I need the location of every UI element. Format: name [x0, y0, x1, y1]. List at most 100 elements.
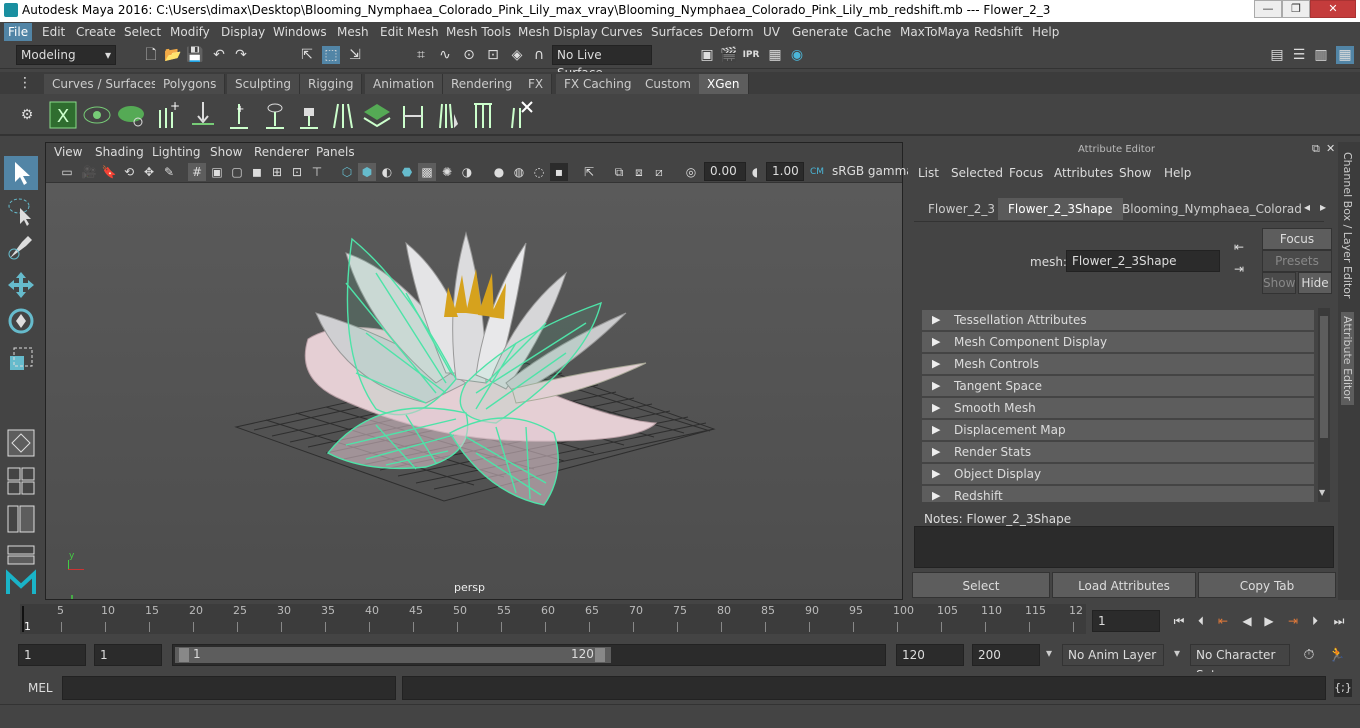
animation-preferences-icon[interactable]: 🏃 [1328, 646, 1346, 664]
ae-tab-shape[interactable]: Flower_2_3Shape [998, 198, 1123, 220]
tab-sculpting[interactable]: Sculpting [227, 74, 301, 94]
single-perspective-layout-icon[interactable] [4, 426, 38, 460]
play-backwards-icon[interactable]: ◀ [1238, 612, 1256, 630]
tab-scroll-right-icon[interactable]: ▸ [1320, 200, 1326, 214]
clear-preview-icon[interactable] [116, 100, 146, 130]
menu-curves[interactable]: Curves [601, 25, 643, 39]
ae-tab-material[interactable]: Blooming_Nymphaea_Colorado_Pi [1112, 198, 1302, 220]
tab-curves-surfaces[interactable]: Curves / Surfaces [44, 74, 167, 94]
section-render-stats[interactable]: ▶ Render Stats [922, 442, 1314, 462]
tab-rendering[interactable]: Rendering [443, 74, 522, 94]
camera-attributes-icon[interactable]: 🎥 [80, 163, 98, 181]
menu-cache[interactable]: Cache [854, 25, 891, 39]
snap-curve-icon[interactable]: ∿ [436, 46, 454, 64]
ae-menu-focus[interactable]: Focus [1009, 166, 1043, 180]
select-tool-icon[interactable] [4, 156, 38, 190]
section-smooth-mesh[interactable]: ▶ Smooth Mesh [922, 398, 1314, 418]
color-management-icon[interactable]: CM [808, 163, 826, 181]
menu-redshift[interactable]: Redshift [974, 25, 1023, 39]
go-to-start-icon[interactable]: ⏮ [1170, 612, 1188, 630]
minimize-button[interactable]: — [1254, 0, 1282, 18]
ae-tab-transform[interactable]: Flower_2_3 [918, 198, 1005, 220]
view-transform-label[interactable]: sRGB gamma [832, 164, 914, 178]
menu-create[interactable]: Create [76, 25, 116, 39]
menu-generate[interactable]: Generate [792, 25, 848, 39]
lasso-tool-icon[interactable] [4, 194, 38, 228]
image-plane-icon[interactable]: ⟲ [120, 163, 138, 181]
script-language-label[interactable]: MEL [28, 681, 53, 695]
snap-view-icon[interactable]: ⊡ [484, 46, 502, 64]
menu-help[interactable]: Help [1032, 25, 1059, 39]
close-panel-icon[interactable]: ✕ [1326, 142, 1335, 155]
step-back-frame-icon[interactable]: ⏴ [1192, 612, 1210, 630]
scroll-down-icon[interactable]: ▼ [1319, 488, 1325, 497]
command-input[interactable] [62, 676, 396, 700]
exposure-icon[interactable]: ◎ [682, 163, 700, 181]
move-tool-icon[interactable] [4, 268, 38, 302]
script-editor-icon[interactable]: {;} [1334, 679, 1352, 697]
range-start-grip[interactable] [179, 648, 189, 662]
current-frame-field[interactable]: 1 [1092, 610, 1160, 632]
render-view-icon[interactable]: ▣ [698, 46, 716, 64]
guides-to-curves-icon[interactable] [468, 100, 498, 130]
ae-menu-help[interactable]: Help [1164, 166, 1191, 180]
playback-start-field[interactable]: 1 [94, 644, 162, 666]
play-forwards-icon[interactable]: ▶ [1260, 612, 1278, 630]
tab-scroll-left-icon[interactable]: ◂ [1304, 200, 1310, 214]
ae-menu-list[interactable]: List [918, 166, 939, 180]
bookmark-icon[interactable]: 🔖 [100, 163, 118, 181]
gamma-field[interactable]: 1.00 [766, 162, 804, 181]
motion-blur-icon[interactable]: ◍ [510, 163, 528, 181]
mode-dropdown[interactable]: Modeling ▾ [16, 45, 116, 65]
menu-display[interactable]: Display [221, 25, 265, 39]
time-ruler[interactable]: 5 10 15 20 25 30 35 40 45 50 55 60 65 70 75 80 85 90 95 100… [20, 604, 1086, 634]
ae-scrollbar-thumb[interactable] [1320, 316, 1328, 438]
menu-edit-mesh[interactable]: Edit Mesh [380, 25, 439, 39]
tab-fx[interactable]: FX [520, 74, 553, 94]
viewport-canvas[interactable]: y persp [46, 183, 902, 599]
vp-menu-renderer[interactable]: Renderer [254, 145, 309, 159]
maya-logo-icon[interactable] [4, 564, 38, 598]
use-default-material-icon[interactable]: ◐ [378, 163, 396, 181]
rotate-tool-icon[interactable] [4, 304, 38, 338]
anti-aliasing-icon[interactable]: ◌ [530, 163, 548, 181]
layers-icon[interactable] [362, 100, 392, 130]
tab-animation[interactable]: Animation [365, 74, 444, 94]
snap-point-icon[interactable]: ⊙ [460, 46, 478, 64]
attribute-editor-tab[interactable]: Attribute Editor [1341, 312, 1354, 405]
2d-pan-zoom-icon[interactable]: ✥ [140, 163, 158, 181]
go-to-output-icon[interactable]: ⇥ [1234, 262, 1244, 276]
snap-grid-icon[interactable]: ⌗ [412, 46, 430, 64]
step-forward-frame-icon[interactable]: ⏵ [1306, 612, 1324, 630]
toggle-attribute-editor-icon[interactable]: ▦ [1336, 46, 1354, 64]
menu-windows[interactable]: Windows [273, 25, 327, 39]
menu-edit[interactable]: Edit [42, 25, 65, 39]
grease-pencil-icon[interactable]: ✎ [160, 163, 178, 181]
wireframe-icon[interactable]: ⬡ [338, 163, 356, 181]
gear-icon[interactable]: ⚙ [18, 106, 36, 124]
menu-mesh[interactable]: Mesh [337, 25, 369, 39]
float-panel-icon[interactable]: ⧉ [1312, 142, 1320, 156]
resolution-gate-icon[interactable]: ▢ [228, 163, 246, 181]
grid-toggle-icon[interactable]: # [188, 163, 206, 181]
menu-mesh-tools[interactable]: Mesh Tools [446, 25, 511, 39]
gate-mask-icon[interactable]: ◼ [248, 163, 266, 181]
auto-key-icon[interactable]: ⏱ [1300, 646, 1318, 664]
channel-box-tab[interactable]: Channel Box / Layer Editor [1341, 152, 1354, 299]
mesh-name-field[interactable]: Flower_2_3Shape [1066, 250, 1220, 272]
menu-modify[interactable]: Modify [170, 25, 210, 39]
section-displacement-map[interactable]: ▶ Displacement Map [922, 420, 1314, 440]
ae-menu-attributes[interactable]: Attributes [1054, 166, 1113, 180]
exposure-field[interactable]: 0.00 [704, 162, 746, 181]
range-slider-handle[interactable] [175, 647, 611, 663]
ae-menu-selected[interactable]: Selected [951, 166, 1003, 180]
menu-select[interactable]: Select [124, 25, 161, 39]
tab-xgen[interactable]: XGen [699, 74, 749, 94]
shelf-options-icon[interactable]: ⋮ [16, 74, 34, 92]
hide-button[interactable]: Hide [1298, 272, 1332, 294]
four-view-layout-icon[interactable] [4, 464, 38, 498]
preview-eye-icon[interactable] [82, 100, 112, 130]
render-frame-icon[interactable]: 🎬 [720, 46, 738, 64]
xray-components-icon[interactable]: ⧄ [650, 163, 668, 181]
camera-select-icon[interactable]: ▭ [58, 163, 76, 181]
